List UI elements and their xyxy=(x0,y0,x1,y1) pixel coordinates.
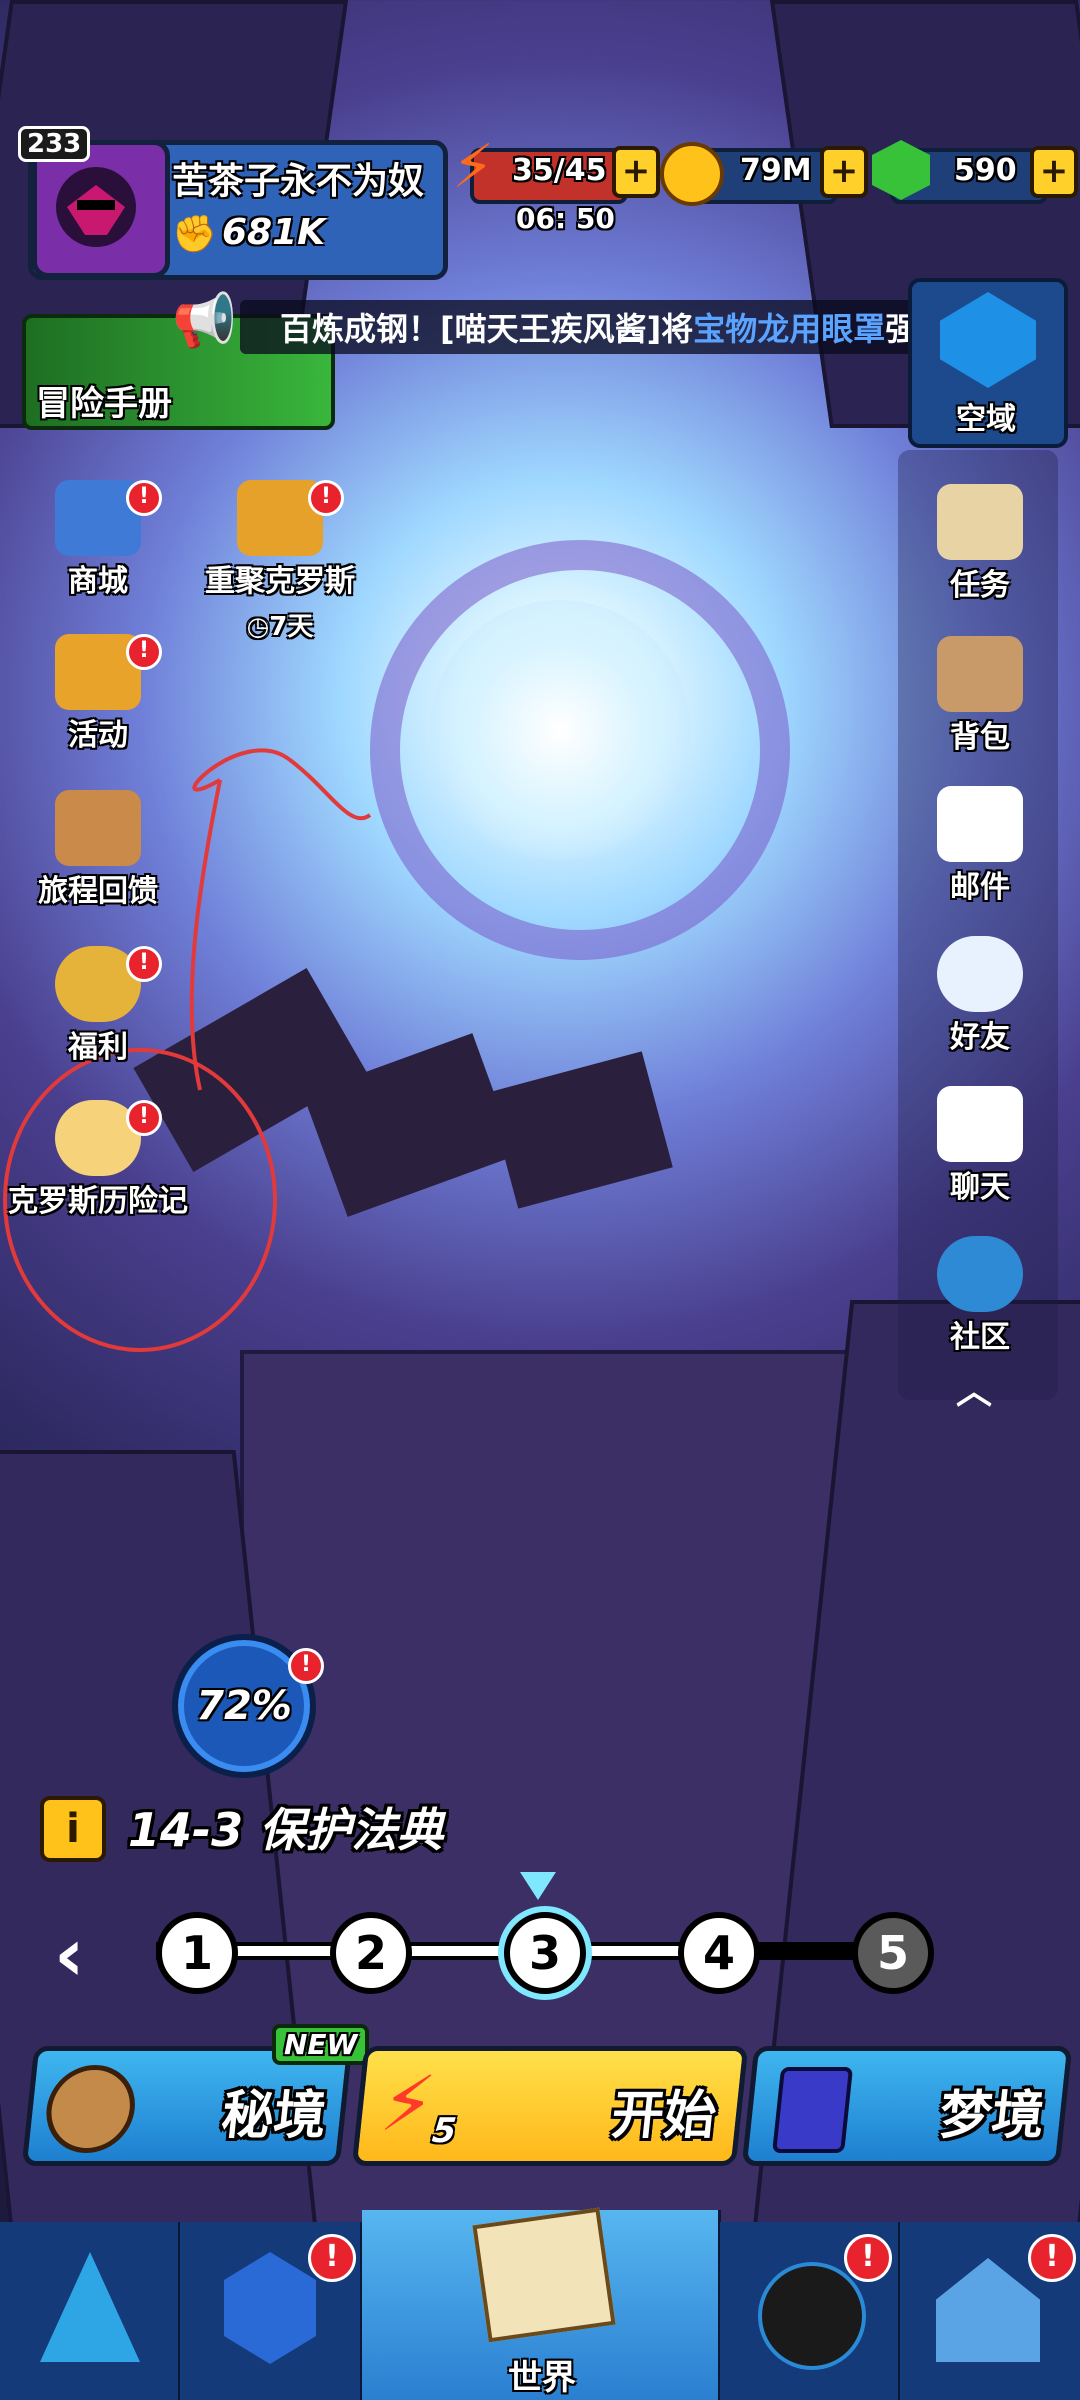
start-label: 开始 xyxy=(608,2086,720,2146)
clipboard-icon xyxy=(55,790,141,866)
characters-alert-badge: ! xyxy=(844,2234,892,2282)
crystal-tower-icon xyxy=(40,2252,140,2362)
backpack-icon xyxy=(937,636,1023,712)
black-cat-character-icon xyxy=(758,2262,866,2370)
scroll-icon xyxy=(937,484,1023,560)
progress-alert-badge: ! xyxy=(288,1648,324,1684)
mail-label: 邮件 xyxy=(950,870,1010,905)
reunion-timer: ◷7天 xyxy=(190,606,370,643)
ticker-highlight: 宝物龙用眼罩 xyxy=(693,310,886,348)
menu-community[interactable]: 社区 xyxy=(890,1236,1070,1356)
nav-heroes[interactable] xyxy=(0,2222,181,2400)
gold-coin-icon xyxy=(660,142,724,206)
stage-info-icon[interactable]: i xyxy=(40,1796,106,1862)
menu-journey-reward[interactable]: 旅程回馈 xyxy=(8,790,188,910)
dream-label: 梦境 xyxy=(936,2086,1048,2146)
gem-value: 590 xyxy=(954,153,1017,188)
menu-backpack[interactable]: 背包 xyxy=(890,636,1070,756)
new-badge: NEW xyxy=(272,2024,370,2065)
menu-quests[interactable]: 任务 xyxy=(890,484,1070,604)
energy-value: 35/45 xyxy=(512,153,607,188)
reunion-alert-badge: ! xyxy=(308,480,344,516)
energy-timer: 06: 50 xyxy=(516,202,615,235)
player-name: 苦茶子永不为奴 xyxy=(172,161,425,202)
guild-house-icon xyxy=(936,2258,1040,2362)
ticker-text: 百炼成钢！[喵天王疾风酱]将宝物龙用眼罩强 xyxy=(280,304,917,350)
stage-track-fill xyxy=(186,1946,706,1956)
stage-node-5[interactable]: 5 xyxy=(852,1912,934,1994)
backpack-label: 背包 xyxy=(950,720,1010,755)
prev-chapter-button[interactable]: ‹ xyxy=(54,1912,85,1998)
menu-kros-adventure[interactable]: ! 克罗斯历险记 xyxy=(8,1100,188,1220)
current-stage-marker-icon xyxy=(520,1872,556,1900)
envelope-icon xyxy=(937,786,1023,862)
guild-alert-badge: ! xyxy=(1028,2234,1076,2282)
kros-adventure-label: 克罗斯历险记 xyxy=(8,1184,188,1219)
events-alert-badge: ! xyxy=(126,634,162,670)
add-energy-button[interactable]: + xyxy=(612,146,660,198)
player-level: 233 xyxy=(18,126,91,162)
megaphone-icon: 📢 xyxy=(172,291,237,351)
menu-reunion-kros[interactable]: ! 重聚克罗斯 ◷7天 xyxy=(190,480,370,643)
start-lightning-icon: ⚡ xyxy=(376,2059,440,2148)
floating-block xyxy=(487,1051,673,1209)
friends-ghost-icon xyxy=(937,936,1023,1012)
welfare-alert-badge: ! xyxy=(126,946,162,982)
gold-value: 79M xyxy=(740,153,812,188)
community-label: 社区 xyxy=(950,1320,1010,1355)
chat-bubble-icon xyxy=(937,1086,1023,1162)
welfare-label: 福利 xyxy=(68,1030,128,1065)
reunion-label: 重聚克罗斯 xyxy=(205,564,355,599)
stage-node-3[interactable]: 3 xyxy=(504,1912,586,1994)
knight-helmet-icon xyxy=(56,167,136,247)
chat-label: 聊天 xyxy=(950,1170,1010,1205)
upgrade-card-icon xyxy=(224,2252,316,2364)
collapse-chevron-icon[interactable]: ︿ xyxy=(956,1362,992,1414)
nav-guild[interactable]: ! xyxy=(900,2222,1080,2400)
player-power: 681K xyxy=(222,212,326,253)
nav-characters[interactable]: ! xyxy=(720,2222,901,2400)
journey-reward-label: 旅程回馈 xyxy=(38,874,158,909)
menu-shop[interactable]: ! 商城 xyxy=(8,480,188,600)
secret-realm-label: 秘境 xyxy=(218,2086,330,2146)
dream-card-icon xyxy=(772,2067,854,2153)
nav-world-label: 世界 xyxy=(508,2358,576,2398)
nav-world[interactable]: 世界 xyxy=(362,2207,721,2400)
sky-domain-label: 空域 xyxy=(956,402,1016,437)
sky-domain-button[interactable]: 空域 xyxy=(908,278,1068,448)
menu-welfare[interactable]: ! 福利 xyxy=(8,946,188,1066)
start-cost: 5 xyxy=(430,2111,459,2151)
add-gem-button[interactable]: + xyxy=(1030,146,1078,198)
menu-mail[interactable]: 邮件 xyxy=(890,786,1070,906)
menu-events[interactable]: ! 活动 xyxy=(8,634,188,754)
menu-friends[interactable]: 好友 xyxy=(890,936,1070,1056)
target-icon xyxy=(42,2065,140,2153)
adventure-manual-label: 冒险手册 xyxy=(36,384,172,424)
community-mascot-icon xyxy=(937,1236,1023,1312)
portal-ring xyxy=(370,540,790,960)
kros-adventure-alert-badge: ! xyxy=(126,1100,162,1136)
events-label: 活动 xyxy=(68,718,128,753)
upgrade-alert-badge: ! xyxy=(308,2234,356,2282)
nav-upgrade[interactable]: ! xyxy=(180,2222,363,2400)
menu-chat[interactable]: 聊天 xyxy=(890,1086,1070,1206)
treasure-map-icon xyxy=(472,2207,616,2343)
reunion-timer-value: 7天 xyxy=(269,612,314,642)
stage-title: 14-3 保护法典 xyxy=(128,1803,444,1857)
ticker-main: 百炼成钢！[喵天王疾风酱]将 xyxy=(280,310,694,348)
stage-node-1[interactable]: 1 xyxy=(156,1912,238,1994)
crystal-shield-icon xyxy=(940,292,1036,388)
dream-button[interactable]: 梦境 xyxy=(741,2046,1073,2166)
stage-node-2[interactable]: 2 xyxy=(330,1912,412,1994)
stage-node-4[interactable]: 4 xyxy=(678,1912,760,1994)
lightning-icon: ⚡ xyxy=(452,132,495,202)
add-gold-button[interactable]: + xyxy=(820,146,868,198)
shop-label: 商城 xyxy=(68,564,128,599)
friends-label: 好友 xyxy=(950,1020,1010,1055)
clock-icon: ◷ xyxy=(246,612,270,642)
shop-alert-badge: ! xyxy=(126,480,162,516)
start-button[interactable]: ⚡ 5 开始 xyxy=(351,2046,749,2166)
quests-label: 任务 xyxy=(950,568,1010,603)
fist-icon: ✊ xyxy=(172,214,217,255)
